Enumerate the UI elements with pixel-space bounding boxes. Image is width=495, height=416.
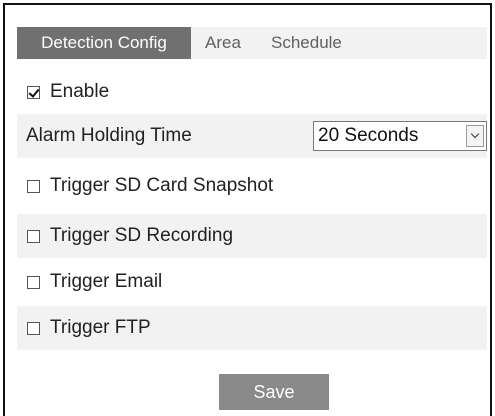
alarm-holding-time-value: 20 Seconds — [318, 125, 419, 146]
enable-checkbox[interactable] — [27, 85, 40, 99]
trigger-email-label: Trigger Email — [50, 271, 163, 292]
trigger-sd-snapshot-checkbox[interactable] — [27, 179, 40, 193]
trigger-ftp-row: Trigger FTP — [17, 306, 487, 350]
trigger-sd-recording-checkbox[interactable] — [27, 229, 40, 243]
tab-schedule[interactable]: Schedule — [271, 27, 342, 59]
chevron-down-icon[interactable] — [466, 125, 484, 147]
trigger-ftp-checkbox[interactable] — [27, 321, 40, 335]
enable-label: Enable — [50, 81, 110, 102]
tab-area[interactable]: Area — [205, 27, 241, 59]
trigger-sd-snapshot-row: Trigger SD Card Snapshot — [17, 164, 487, 208]
enable-row: Enable — [17, 70, 487, 114]
tab-detection-config[interactable]: Detection Config — [17, 27, 191, 59]
trigger-email-checkbox[interactable] — [27, 275, 40, 289]
save-button[interactable]: Save — [219, 374, 329, 410]
trigger-sd-recording-label: Trigger SD Recording — [50, 225, 234, 246]
trigger-ftp-label: Trigger FTP — [50, 317, 151, 338]
tab-bar: Detection Config Area Schedule — [17, 27, 487, 59]
trigger-sd-snapshot-label: Trigger SD Card Snapshot — [50, 175, 274, 196]
config-frame — [3, 3, 492, 416]
trigger-email-row: Trigger Email — [17, 260, 487, 304]
alarm-holding-time-row: Alarm Holding Time 20 Seconds — [17, 114, 487, 158]
trigger-sd-recording-row: Trigger SD Recording — [17, 214, 487, 258]
alarm-holding-time-label: Alarm Holding Time — [26, 125, 192, 146]
alarm-holding-time-select[interactable]: 20 Seconds — [313, 121, 487, 151]
